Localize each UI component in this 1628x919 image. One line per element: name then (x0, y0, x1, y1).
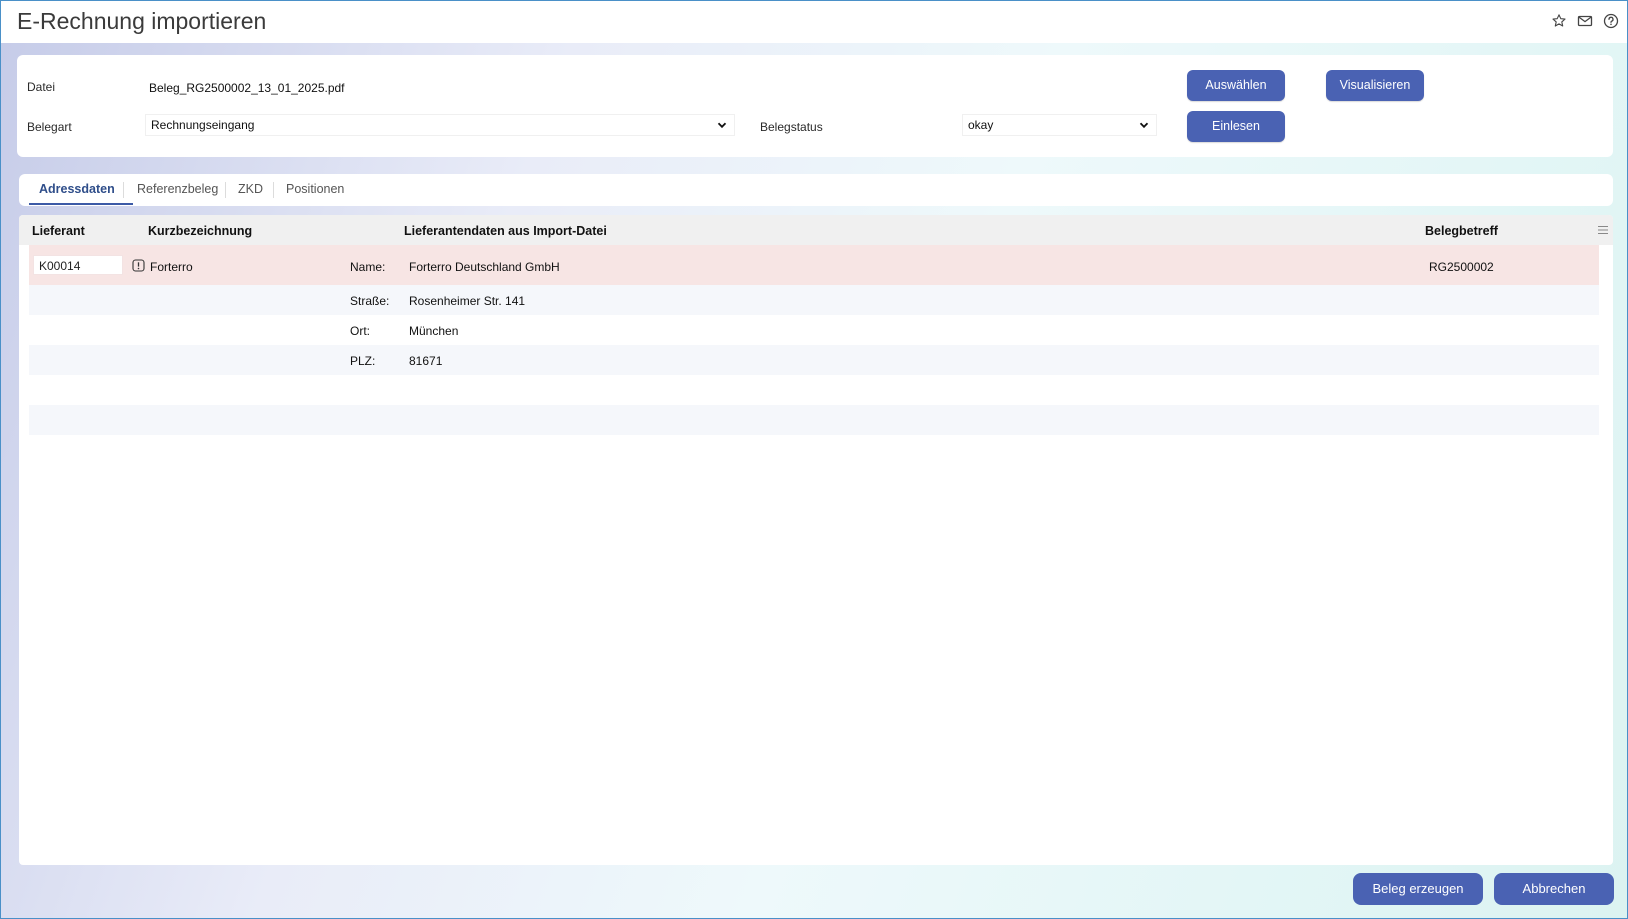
tab-bar: Adressdaten Referenzbeleg ZKD Positionen (19, 174, 1613, 206)
chevron-down-icon (717, 122, 727, 129)
page-title: E-Rechnung importieren (17, 8, 267, 34)
detail-label-plz: PLZ: (350, 354, 376, 368)
abbrechen-button[interactable]: Abbrechen (1494, 873, 1614, 905)
detail-value-plz: 81671 (409, 354, 443, 368)
belegstatus-label: Belegstatus (760, 120, 823, 134)
belegart-label: Belegart (27, 120, 72, 134)
column-menu-icon[interactable] (1597, 224, 1609, 236)
tab-separator (123, 182, 124, 198)
beleg-erzeugen-button[interactable]: Beleg erzeugen (1353, 873, 1483, 905)
belegbetreff-value: RG2500002 (1429, 260, 1494, 274)
auswaehlen-button[interactable]: Auswählen (1187, 70, 1285, 101)
column-header-belegbetreff[interactable]: Belegbetreff (1425, 224, 1498, 238)
belegart-selected-value: Rechnungseingang (151, 118, 255, 132)
lieferant-input[interactable]: K00014 (33, 255, 123, 275)
title-bar: E-Rechnung importieren (1, 1, 1627, 43)
detail-value-strasse: Rosenheimer Str. 141 (409, 294, 526, 308)
kurzbezeichnung-value: Forterro (150, 260, 193, 274)
datei-value: Beleg_RG2500002_13_01_2025.pdf (149, 81, 345, 95)
column-header-lieferantendaten[interactable]: Lieferantendaten aus Import-Datei (404, 224, 607, 238)
tab-zkd[interactable]: ZKD (238, 182, 263, 196)
table-row: PLZ: 81671 (29, 345, 1599, 375)
star-icon[interactable] (1551, 13, 1567, 29)
belegstatus-selected-value: okay (968, 118, 994, 132)
detail-label-name: Name: (350, 260, 386, 274)
table-row: Straße: Rosenheimer Str. 141 (29, 285, 1599, 315)
table-row: Ort: München (29, 315, 1599, 345)
detail-label-strasse: Straße: (350, 294, 390, 308)
address-table: Lieferant Kurzbezeichnung Lieferantendat… (19, 215, 1613, 865)
belegart-select[interactable]: Rechnungseingang (145, 114, 735, 136)
table-header: Lieferant Kurzbezeichnung Lieferantendat… (19, 215, 1613, 245)
detail-value-name: Forterro Deutschland GmbH (409, 260, 560, 274)
table-row-empty (29, 375, 1599, 405)
tab-positionen[interactable]: Positionen (286, 182, 344, 196)
column-header-lieferant[interactable]: Lieferant (32, 224, 85, 238)
top-icons (1551, 13, 1619, 29)
tab-separator (273, 182, 274, 198)
detail-value-ort: München (409, 324, 459, 338)
detail-label-ort: Ort: (350, 324, 370, 338)
column-header-kurzbezeichnung[interactable]: Kurzbezeichnung (148, 224, 252, 238)
warning-icon[interactable] (132, 259, 145, 272)
chevron-down-icon (1139, 122, 1149, 129)
datei-label: Datei (27, 80, 56, 94)
import-form: Datei Beleg_RG2500002_13_01_2025.pdf Bel… (17, 55, 1613, 157)
table-row-empty (29, 405, 1599, 435)
einlesen-button[interactable]: Einlesen (1187, 111, 1285, 142)
table-row[interactable]: K00014 Forterro Name: Forterro Deutschla… (29, 245, 1599, 285)
tab-adressdaten[interactable]: Adressdaten (39, 182, 115, 196)
active-tab-indicator (29, 203, 133, 205)
help-icon[interactable] (1603, 13, 1619, 29)
belegstatus-select[interactable]: okay (962, 114, 1157, 136)
visualisieren-button[interactable]: Visualisieren (1326, 70, 1424, 101)
tab-referenzbeleg[interactable]: Referenzbeleg (137, 182, 218, 196)
mail-icon[interactable] (1577, 13, 1593, 29)
tab-separator (225, 182, 226, 198)
